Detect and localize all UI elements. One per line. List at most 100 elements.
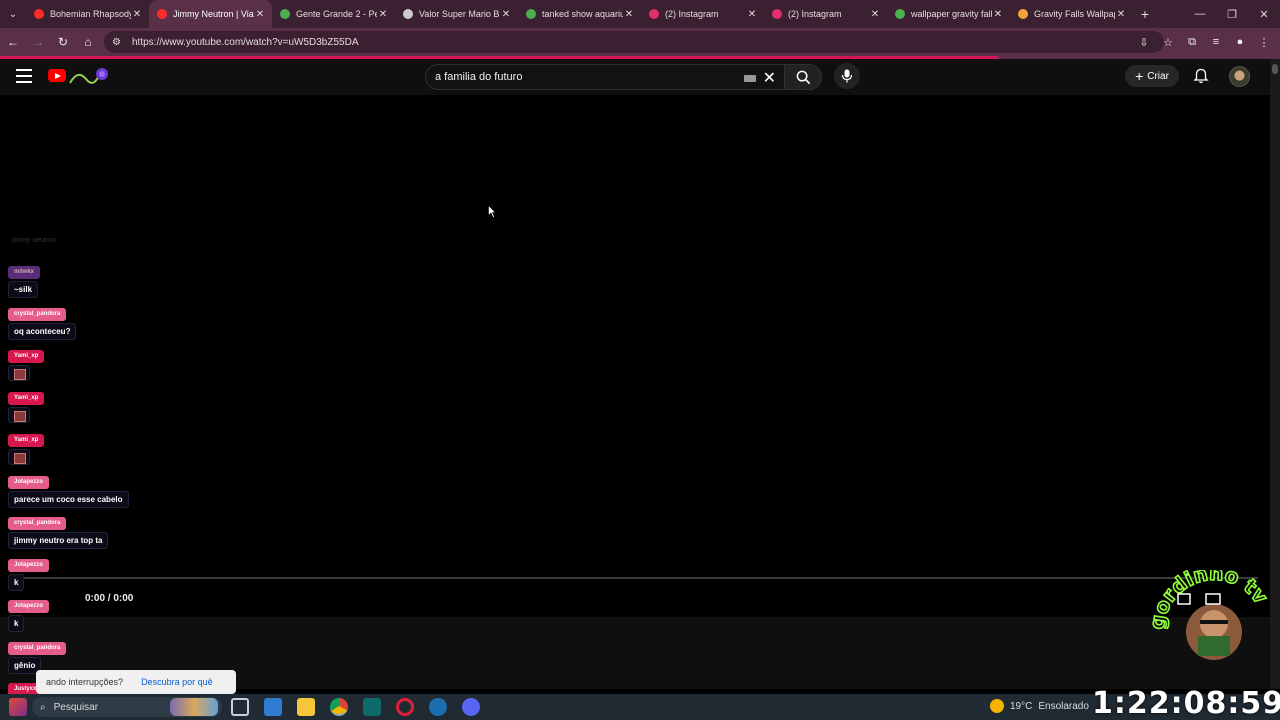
menu-icon[interactable] (16, 69, 32, 83)
url-text: https://www.youtube.com/watch?v=uW5D3bZ5… (132, 36, 359, 48)
tab-favicon-icon (34, 9, 44, 19)
close-tab-icon[interactable]: ✕ (623, 9, 635, 20)
steam-icon[interactable] (429, 698, 447, 716)
taskbar-search-label: Pesquisar (53, 701, 99, 713)
plus-icon: + (1135, 68, 1144, 84)
tab-title: tanked show aquariu (542, 9, 623, 19)
minimize-icon[interactable]: — (1184, 0, 1216, 28)
tab-favicon-icon (526, 9, 536, 19)
close-tab-icon[interactable]: ✕ (746, 9, 758, 20)
browser-tab[interactable]: wallpaper gravity fall ✕ (887, 0, 1010, 28)
close-tab-icon[interactable]: ✕ (869, 9, 881, 20)
search-input[interactable]: a familia do futuro ✕ (425, 64, 785, 90)
browser-tab[interactable]: Bohemian Rhapsody ✕ (26, 0, 149, 28)
chat-username: crystal_pandora (8, 308, 67, 321)
chat-message: Jotapezzo k (8, 594, 50, 632)
search-query: a familia do futuro (435, 71, 523, 83)
browser-tab[interactable]: (2) Instagram ✕ (764, 0, 887, 28)
chat-username: Yami_xp (8, 392, 45, 405)
chat-emote-icon (8, 449, 30, 465)
opera-icon[interactable] (396, 698, 414, 716)
notice-text: ando interrupções? (46, 677, 124, 687)
search-icon: ⌕ (40, 701, 46, 713)
create-button[interactable]: + Criar (1125, 65, 1179, 87)
chat-message: Yami_xp (8, 428, 45, 470)
close-tab-icon[interactable]: ✕ (1115, 9, 1127, 20)
browser-tab[interactable]: Gravity Falls Wallpap ✕ (1010, 0, 1133, 28)
chat-username: crystal_pandora (8, 642, 67, 655)
keyboard-icon[interactable] (744, 75, 756, 82)
browser-tab[interactable]: Valor Super Mario Br ✕ (395, 0, 518, 28)
chat-username: Jotapezzo (8, 476, 50, 489)
profile-icon[interactable]: ● (1228, 30, 1252, 54)
install-icon[interactable]: ⇩ (1132, 30, 1156, 54)
browser-tab[interactable]: tanked show aquariu ✕ (518, 0, 641, 28)
chat-message: Yami_xp (8, 344, 45, 386)
tab-title: wallpaper gravity fall (911, 9, 992, 19)
browser-tab[interactable]: (2) Instagram ✕ (641, 0, 764, 28)
browser-tab[interactable]: Gente Grande 2 - Pes ✕ (272, 0, 395, 28)
weather-desc: Ensolarado (1038, 700, 1089, 712)
youtube-logo[interactable] (48, 69, 66, 82)
new-tab-button[interactable]: + (1133, 6, 1157, 22)
app-icon[interactable] (363, 698, 381, 716)
chat-text: jimmy neutro era top ta (8, 532, 109, 549)
weather-widget[interactable]: 19°C Ensolarado (990, 699, 1089, 713)
windows-taskbar: ⌕ Pesquisar 19°C Ensolarado (0, 694, 1280, 720)
task-view-icon[interactable] (231, 698, 249, 716)
weather-temp: 19°C (1010, 700, 1033, 712)
taskbar-search[interactable]: ⌕ Pesquisar (32, 697, 222, 717)
account-avatar[interactable] (1229, 66, 1250, 87)
chrome-menu-icon[interactable]: ⋮ (1252, 30, 1276, 54)
chat-message: crystal_pandora jimmy neutro era top ta (8, 511, 109, 549)
site-info-icon[interactable]: ⚙ (112, 37, 126, 48)
notifications-bell-icon[interactable] (1193, 68, 1209, 84)
chat-username: milwkx (8, 266, 41, 279)
media-icon[interactable]: ≡ (1204, 30, 1228, 54)
chat-message: milwkx ~silk (8, 260, 41, 298)
close-tab-icon[interactable]: ✕ (992, 9, 1004, 20)
notice-link[interactable]: Descubra por quê (141, 677, 213, 687)
chat-message: Yami_xp (8, 386, 45, 428)
tab-title: (2) Instagram (665, 9, 719, 19)
tab-search-icon[interactable]: ⌄ (0, 0, 26, 28)
stream-clock: 1:22:08:59 (1092, 686, 1280, 720)
video-player[interactable] (0, 95, 1270, 617)
chat-text: parece um coco esse cabelo (8, 491, 129, 508)
forward-icon[interactable]: → (26, 30, 50, 54)
tab-favicon-icon (280, 9, 290, 19)
close-tab-icon[interactable]: ✕ (254, 9, 266, 20)
search-button[interactable] (784, 64, 822, 90)
tab-favicon-icon (157, 9, 167, 19)
browser-tab[interactable]: Jimmy Neutron | Via ✕ (149, 0, 272, 28)
reload-icon[interactable]: ↻ (51, 30, 75, 54)
chat-username: Jotapezzo (8, 559, 50, 572)
doodle-logo[interactable] (68, 65, 110, 87)
bookmark-star-icon[interactable]: ☆ (1156, 30, 1180, 54)
file-explorer-icon[interactable] (297, 698, 315, 716)
tab-title: Bohemian Rhapsody (50, 9, 131, 19)
store-icon[interactable] (264, 698, 282, 716)
address-bar[interactable]: ⚙ https://www.youtube.com/watch?v=uW5D3b… (104, 31, 1164, 53)
extensions-icon[interactable]: ⧉ (1180, 30, 1204, 54)
discord-icon[interactable] (462, 698, 480, 716)
restore-icon[interactable]: ❐ (1216, 0, 1248, 28)
chat-message: crystal_pandoraoq aconteceu? (8, 302, 77, 340)
home-icon[interactable]: ⌂ (76, 30, 100, 54)
close-tab-icon[interactable]: ✕ (377, 9, 389, 20)
tab-favicon-icon (1018, 9, 1028, 19)
clear-search-icon[interactable]: ✕ (763, 68, 776, 88)
chat-text: oq aconteceu? (8, 323, 77, 340)
windows-start-icon[interactable] (9, 698, 27, 716)
browser-toolbar: ← → ↻ ⌂ ⚙ https://www.youtube.com/watch?… (0, 28, 1280, 56)
close-window-icon[interactable]: ✕ (1248, 0, 1280, 28)
close-tab-icon[interactable]: ✕ (131, 9, 143, 20)
voice-search-button[interactable] (834, 63, 860, 89)
video-progress-bar[interactable] (12, 577, 1258, 579)
close-tab-icon[interactable]: ✕ (500, 9, 512, 20)
mouse-cursor-icon (488, 205, 496, 218)
sun-icon (990, 699, 1004, 713)
back-icon[interactable]: ← (1, 30, 25, 54)
chrome-icon[interactable] (330, 698, 348, 716)
faded-chat-user: jimmy neutron (12, 237, 56, 244)
